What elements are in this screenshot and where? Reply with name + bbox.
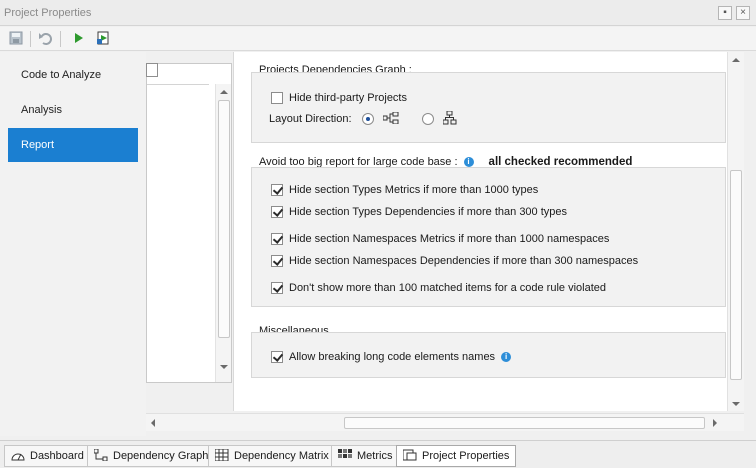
dashboard-icon [11,449,25,464]
hide-third-party-option[interactable]: Hide third-party Projects [271,91,407,105]
report-option[interactable]: Hide section Namespaces Dependencies if … [271,254,638,268]
left-to-right-layout-icon [382,111,399,127]
layout-left-to-right-radio[interactable] [361,113,374,125]
report-option[interactable]: Hide section Types Dependencies if more … [271,205,567,219]
report-option-checkbox[interactable] [271,184,283,196]
project-list-pane[interactable] [146,63,232,383]
report-option-label: Hide section Types Metrics if more than … [289,184,539,196]
info-icon[interactable]: i [463,157,474,167]
close-icon[interactable]: × [736,6,750,20]
scroll-down-icon[interactable] [220,365,228,369]
misc-section-panel: Allow breaking long code elements names … [251,332,726,378]
nav-item-report[interactable]: Report [8,128,155,162]
report-option-label: Hide section Namespaces Dependencies if … [289,255,639,267]
save-icon[interactable] [8,30,26,48]
tab-label: Project Properties [422,450,510,462]
tab-metrics[interactable]: Metrics [331,445,400,467]
report-option-label: Hide section Types Dependencies if more … [289,206,568,218]
scroll-down-icon[interactable] [732,402,740,406]
report-section-panel: Hide section Types Metrics if more than … [251,167,726,307]
tab-label: Dependency Matrix [234,450,329,462]
nav-item-analysis[interactable]: Analysis [8,93,138,127]
report-option-label: Hide section Namespaces Metrics if more … [289,233,610,245]
run-icon[interactable] [70,30,88,48]
layout-top-to-bottom-radio[interactable] [421,113,434,125]
report-option-checkbox[interactable] [271,206,283,218]
scroll-right-icon[interactable] [713,419,717,427]
layout-direction-label: Layout Direction: [269,113,352,125]
report-option-label: Don't show more than 100 matched items f… [289,282,606,294]
allow-breaking-checkbox[interactable] [271,351,283,363]
scroll-up-icon[interactable] [220,90,228,94]
horizontal-scroll-thumb[interactable] [344,417,705,429]
dependency-matrix-icon [214,448,229,464]
project-properties-icon [402,449,417,464]
run-analysis-icon[interactable] [95,30,113,48]
content-scroll-thumb[interactable] [730,170,742,380]
info-icon[interactable]: i [501,352,512,362]
graph-section-panel: Hide third-party Projects Layout Directi… [251,72,726,143]
pin-icon[interactable]: ▪ [718,6,732,20]
metrics-icon [338,448,352,464]
nav-item-code-to-analyze[interactable]: Code to Analyze [8,58,138,92]
list-vertical-scrollbar[interactable] [215,84,231,382]
report-option[interactable]: Hide section Types Metrics if more than … [271,183,538,197]
nav-item-label: Analysis [21,104,62,116]
nav-item-label: Code to Analyze [21,69,102,81]
tab-label: Dashboard [30,450,84,462]
top-to-bottom-layout-icon [442,110,457,128]
undo-icon[interactable] [37,30,55,48]
report-settings-content: Projects Dependencies Graph : Hide third… [233,52,738,411]
layout-direction-row: Layout Direction: [269,110,457,128]
list-scroll-thumb[interactable] [218,100,230,338]
window-titlebar: Project Properties ▪ × [0,0,756,26]
scroll-left-icon[interactable] [151,419,155,427]
scroll-up-icon[interactable] [732,58,740,62]
report-option-checkbox[interactable] [271,282,283,294]
nav-item-label: Report [21,139,55,151]
report-option[interactable]: Don't show more than 100 matched items f… [271,281,606,295]
toolbar-separator [60,31,61,47]
tab-label: Metrics [357,450,393,462]
toolbar-separator [30,31,31,47]
horizontal-scrollbar[interactable] [146,413,744,431]
report-option-checkbox[interactable] [271,233,283,245]
toolbar [0,27,756,51]
panel-tab-bar: Dashboard Dependency Graph Dependency Ma… [0,440,756,468]
hide-third-party-checkbox[interactable] [271,92,283,104]
report-option[interactable]: Hide section Namespaces Metrics if more … [271,232,609,246]
settings-nav: Code to Analyze Analysis Report [0,52,155,436]
tab-label: Dependency Graph [113,450,209,462]
select-all-checkbox[interactable] [146,63,158,77]
content-vertical-scrollbar[interactable] [727,52,744,411]
list-header-divider [147,84,209,85]
tab-dashboard[interactable]: Dashboard [4,445,91,467]
tab-project-properties[interactable]: Project Properties [396,445,517,467]
report-option-checkbox[interactable] [271,255,283,267]
allow-breaking-option[interactable]: Allow breaking long code elements names … [271,350,512,364]
window-title: Project Properties [4,7,92,19]
hide-third-party-label: Hide third-party Projects [289,92,407,104]
tab-dependency-graph[interactable]: Dependency Graph [87,445,216,467]
tab-dependency-matrix[interactable]: Dependency Matrix [208,445,336,467]
dependency-graph-icon [93,448,108,464]
allow-breaking-label: Allow breaking long code elements names [289,351,496,363]
